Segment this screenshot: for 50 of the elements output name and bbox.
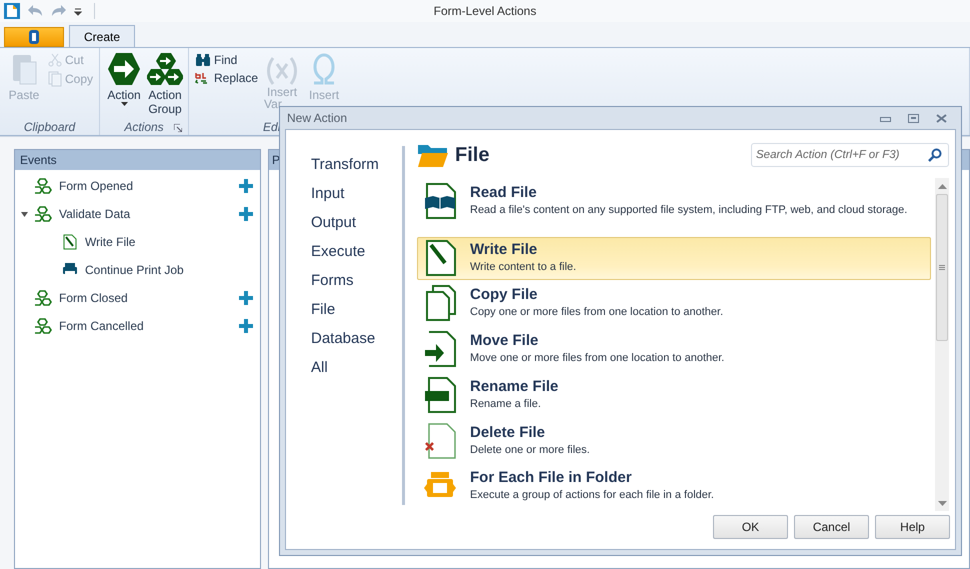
action-description: Read a file's content on any supported file system, including FTP, web, and cloud storage. (470, 203, 908, 218)
tree-item[interactable]: Form Cancelled (59, 319, 239, 333)
action-item[interactable]: Move File Move one or more files from one location to another. (417, 328, 931, 372)
tree-item[interactable]: Form Opened (59, 179, 239, 193)
category-item[interactable]: Database (311, 324, 402, 353)
category-item[interactable]: All (311, 353, 402, 382)
action-description: Delete one or more files. (470, 442, 590, 458)
action-title: Delete File (470, 422, 546, 442)
category-item[interactable]: Input (311, 179, 402, 208)
action-item[interactable]: For Each File in Folder Execute a group of actions for each file in a folder. (417, 465, 931, 509)
section-heading: File (455, 144, 490, 166)
action-title: Read File (470, 183, 538, 202)
dialog-button[interactable]: OK (713, 515, 788, 539)
window-title: Form-Level Actions (434, 4, 536, 18)
dialog-button[interactable]: Help (875, 515, 950, 539)
category-item[interactable]: Forms (311, 266, 402, 295)
category-item[interactable]: Transform (311, 150, 402, 179)
category-item[interactable]: File (311, 295, 402, 324)
action-title: For Each File in Folder (470, 468, 633, 488)
action-title: Write File (470, 240, 538, 259)
action-description: Write content to a file. (470, 260, 576, 275)
category-item[interactable]: Output (311, 208, 402, 237)
ribbon-tab[interactable]: Create (69, 25, 136, 47)
action-item[interactable]: Rename File Rename a file. (417, 374, 931, 418)
tree-item[interactable]: Validate Data (59, 207, 239, 221)
dialog-title: New Action (287, 111, 348, 125)
action-description: Execute a group of actions for each file in a folder. (470, 488, 714, 504)
action-item[interactable]: Delete File Delete one or more files. (417, 420, 931, 464)
ribbon-button[interactable]: Action (104, 52, 144, 109)
ribbon-button[interactable]: Replace (193, 70, 260, 86)
action-item[interactable]: Read File Read a file's content on any supported file system, including FTP, web, and cloud storage. (417, 180, 931, 235)
action-item[interactable]: Copy File Copy one or more files from one location to another. (417, 282, 931, 326)
action-item[interactable]: Write File Write content to a file. (417, 236, 931, 280)
action-description: Rename a file. (470, 396, 542, 412)
category-item[interactable]: Execute (311, 237, 402, 266)
panel-header: Events (15, 150, 260, 170)
dialog-button[interactable]: Cancel (794, 515, 869, 539)
group-label: Actions (124, 120, 164, 134)
action-title: Copy File (470, 285, 539, 304)
action-description: Move one or more files from one location to another. (470, 351, 724, 366)
group-label: Clipboard (24, 120, 76, 134)
tree-item[interactable]: Form Closed (59, 291, 239, 305)
ribbon-button[interactable]: Action Group (146, 52, 184, 116)
tree-item[interactable]: Write File (85, 235, 260, 249)
action-title: Move File (470, 331, 540, 350)
action-title: Rename File (470, 376, 558, 396)
ribbon-button[interactable]: Find (193, 52, 260, 68)
search-field[interactable]: Search Action (Ctrl+F or F3) (751, 143, 949, 167)
action-description: Copy one or more files from one location to another. (470, 305, 724, 320)
tree-item[interactable]: Continue Print Job (85, 263, 260, 277)
